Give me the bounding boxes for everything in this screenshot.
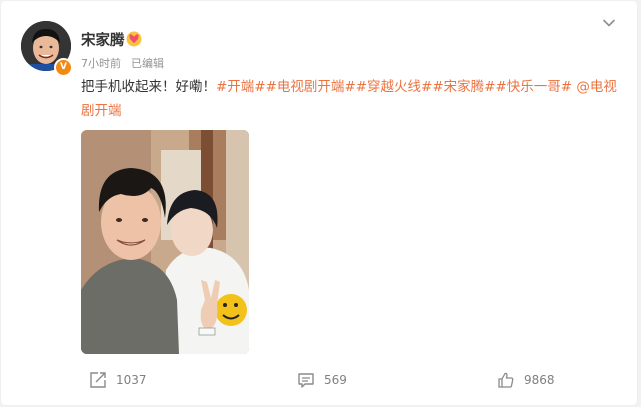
hashtag-link[interactable]: #快乐一哥# — [496, 79, 573, 95]
hashtag-link[interactable]: #开端# — [216, 79, 266, 95]
post-photo[interactable] — [81, 130, 249, 354]
edited-label: 已编辑 — [131, 57, 164, 70]
post-meta: 7小时前 已编辑 — [81, 55, 164, 71]
like-button[interactable]: 9868 — [497, 371, 555, 389]
post-text-plain: 把手机收起来！好嘞！ — [81, 79, 216, 95]
selfie-photo-image — [81, 130, 249, 354]
comment-button[interactable]: 569 — [297, 371, 347, 389]
weibo-post-card: V 宋家腾 7小时前 已编辑 把手机收起来！好嘞！#开端##电视剧开端##穿越火线… — [1, 1, 637, 405]
post-text: 把手机收起来！好嘞！#开端##电视剧开端##穿越火线##宋家腾##快乐一哥# @… — [81, 75, 621, 123]
post-time[interactable]: 7小时前 — [81, 57, 121, 70]
username[interactable]: 宋家腾 — [81, 29, 125, 50]
repost-icon — [90, 372, 106, 388]
comment-icon — [298, 373, 314, 388]
verified-v-icon: V — [54, 58, 73, 77]
repost-button[interactable]: 1037 — [89, 371, 147, 389]
hashtag-link[interactable]: #穿越火线# — [356, 79, 433, 95]
repost-count: 1037 — [116, 373, 147, 387]
chevron-down-icon[interactable] — [602, 16, 616, 30]
hashtag-link[interactable]: #宋家腾# — [432, 79, 495, 95]
comment-count: 569 — [324, 373, 347, 387]
like-count: 9868 — [524, 373, 555, 387]
member-heart-icon[interactable] — [126, 31, 142, 47]
hashtag-link[interactable]: #电视剧开端# — [266, 79, 356, 95]
thumbs-up-icon — [498, 372, 514, 388]
